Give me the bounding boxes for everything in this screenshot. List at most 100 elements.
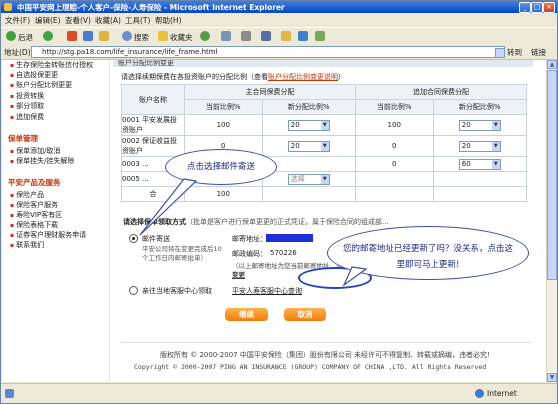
cancel-button[interactable]: 取消 <box>284 308 326 321</box>
menu-edit[interactable]: 编辑(E) <box>35 15 61 26</box>
menu-favorites[interactable]: 收藏(A) <box>95 15 121 26</box>
account-name: 0002 保证收益投资账户 <box>121 135 185 157</box>
new-ratio <box>432 171 527 187</box>
sidebar-item[interactable]: 联系我们 <box>10 240 44 250</box>
current-ratio: 0 <box>354 156 434 172</box>
new-ratio-select[interactable]: 20 <box>287 140 330 152</box>
pickup-radio[interactable] <box>129 286 138 295</box>
status-zone: Internet <box>487 389 517 398</box>
refresh-icon[interactable] <box>83 31 93 41</box>
sidebar-heading: 保单管理 <box>8 134 38 143</box>
sidebar-item[interactable]: 证券客户理财服务申请 <box>10 230 86 240</box>
sidebar-item[interactable]: 账户分配比例更更 <box>10 80 72 90</box>
pickup-label[interactable]: 亲往当地客服中心领取 <box>142 286 212 296</box>
table-row: 0001 平安发展投资账户 100 20 100 20 <box>121 114 527 136</box>
history-icon[interactable] <box>200 31 210 41</box>
sidebar-item[interactable]: 追加保费 <box>10 112 44 122</box>
explanation-link[interactable]: 账户分配比例变更说明 <box>268 73 338 81</box>
favorites-icon[interactable] <box>158 31 168 41</box>
panel-title: 账户分配比例变更 <box>118 60 174 67</box>
col-new-header: 新分配比例% <box>432 99 527 115</box>
back-button[interactable]: 后退 <box>18 32 33 43</box>
zip-value: 570226 <box>270 249 297 257</box>
callout-mail-pointer <box>139 178 198 236</box>
sidebar-heading: 平安产品及服务 <box>8 178 61 187</box>
new-ratio-select[interactable]: 20 <box>458 119 501 131</box>
favorites-button[interactable]: 收藏夹 <box>170 32 193 43</box>
sidebar-item[interactable]: 自选投保更更 <box>10 70 58 80</box>
new-ratio-select[interactable]: 60 <box>458 158 501 170</box>
footer-copyright-cn: 版权所有 © 2000-2007 中国平安保险（集团）股份有限公司 未经许可不得… <box>160 351 490 359</box>
address-input[interactable]: http://stg.pa18.com/life_insurance/life_… <box>31 46 505 58</box>
close-button[interactable]: × <box>543 2 555 13</box>
title-bar: 中国平安网上理赔-个人客户-保险-人寿保险 - Microsoft Intern… <box>1 1 557 13</box>
col-add-header: 追加合同保费分配 <box>354 84 528 100</box>
callout-address-pointer <box>342 266 368 287</box>
new-ratio-select[interactable]: 选择 <box>287 173 330 185</box>
sidebar-item[interactable]: 生存保险金转账信付授权 <box>10 60 93 70</box>
col-current-header: 当前比例% <box>184 99 263 115</box>
mail-delivery-sub: 平安公司将在变更完成后10个工作日内邮寄批单） <box>142 245 222 262</box>
col-account-header: 账户名称 <box>121 84 185 115</box>
sidebar-item[interactable]: 保险客户服务 <box>10 200 58 210</box>
current-ratio: 100 <box>184 114 263 136</box>
menu-help[interactable]: 帮助(H) <box>155 15 182 26</box>
maximize-button[interactable]: □ <box>531 2 543 13</box>
col-current-header: 当前比例% <box>354 99 434 115</box>
search-button[interactable]: 搜索 <box>134 32 149 43</box>
col-main-header: 主合同保费分配 <box>184 84 356 100</box>
browser-window: 中国平安网上理赔-个人客户-保险-人寿保险 - Microsoft Intern… <box>0 0 558 404</box>
scroll-up-icon[interactable]: ▲ <box>547 60 557 69</box>
sidebar-item[interactable]: 保单挂失/挂失解除 <box>10 156 74 166</box>
instructions-text: 请选择续期保费在各投资账户的分配比例（查看账户分配比例变更说明） <box>121 72 345 82</box>
menu-view[interactable]: 查看(V) <box>65 15 91 26</box>
stop-icon[interactable] <box>67 31 77 41</box>
footer-copyright-en: Copyright © 2000-2007 PING AN INSURANCE … <box>134 363 487 371</box>
home-icon[interactable] <box>99 31 109 41</box>
sidebar-item[interactable]: 保险产品 <box>10 190 44 200</box>
tools-icon[interactable] <box>315 31 325 41</box>
sidebar-item[interactable]: 寿险VIP客有区 <box>10 210 62 220</box>
address-redacted <box>266 234 313 242</box>
edit-icon[interactable] <box>261 31 271 41</box>
account-name: 0001 平安发展投资账户 <box>121 114 185 136</box>
sidebar: 生存保险金转账信付授权 自选投保更更 账户分配比例更更 投资转换 部分领取 追加… <box>2 60 110 382</box>
minimize-button[interactable]: _ <box>519 2 531 13</box>
sidebar-item[interactable]: 投资转换 <box>10 91 44 101</box>
page-content: 生存保险金转账信付授权 自选投保更更 账户分配比例更更 投资转换 部分领取 追加… <box>2 60 546 382</box>
menu-tools[interactable]: 工具(T) <box>125 15 150 26</box>
forward-icon[interactable] <box>43 31 53 41</box>
current-ratio: 100 <box>354 114 434 136</box>
panel-header <box>113 60 533 67</box>
address-field-label: 邮寄地址： <box>232 235 267 243</box>
sidebar-item[interactable]: 保险表格下载 <box>10 220 58 230</box>
instructions-prefix: 请选择续期保费在各投资账户的分配比例（查看 <box>121 73 268 81</box>
page-icon <box>5 389 14 398</box>
back-icon[interactable] <box>6 31 16 41</box>
new-ratio-select[interactable]: 20 <box>287 119 330 131</box>
scroll-thumb[interactable] <box>547 70 557 280</box>
sidebar-item[interactable]: 保单添加/取消 <box>10 146 60 156</box>
scroll-down-icon[interactable]: ▼ <box>547 373 557 382</box>
search-icon[interactable] <box>122 31 132 41</box>
go-button[interactable]: 转到 <box>507 47 522 58</box>
footer-divider <box>121 342 531 343</box>
continue-button[interactable]: 继续 <box>225 308 268 321</box>
window-title: 中国平安网上理赔-个人客户-保险-人寿保险 - Microsoft Intern… <box>17 3 285 12</box>
status-bar: Internet <box>1 383 557 403</box>
sidebar-item[interactable]: 部分领取 <box>10 101 44 111</box>
print-icon[interactable] <box>241 31 251 41</box>
mail-icon[interactable] <box>221 31 231 41</box>
messenger-icon[interactable] <box>298 31 308 41</box>
vertical-scrollbar[interactable]: ▲ ▼ <box>546 60 557 382</box>
new-ratio-select[interactable]: 20 <box>458 140 501 152</box>
service-center-link[interactable]: 平安人寿客服中心查询 <box>232 286 302 296</box>
folder-icon[interactable] <box>281 31 291 41</box>
address-label: 地址(D) <box>4 48 31 57</box>
address-dropdown-icon[interactable] <box>495 48 505 58</box>
delivery-hint: （批单是客户进行保单更更的正式凭证，属于保险合同的组成部... <box>186 218 389 226</box>
menu-file[interactable]: 文件(F) <box>5 15 30 26</box>
instructions-suffix: ） <box>338 73 345 81</box>
col-new-header: 新分配比例% <box>261 99 356 115</box>
links-button[interactable]: 链接 <box>531 47 546 58</box>
